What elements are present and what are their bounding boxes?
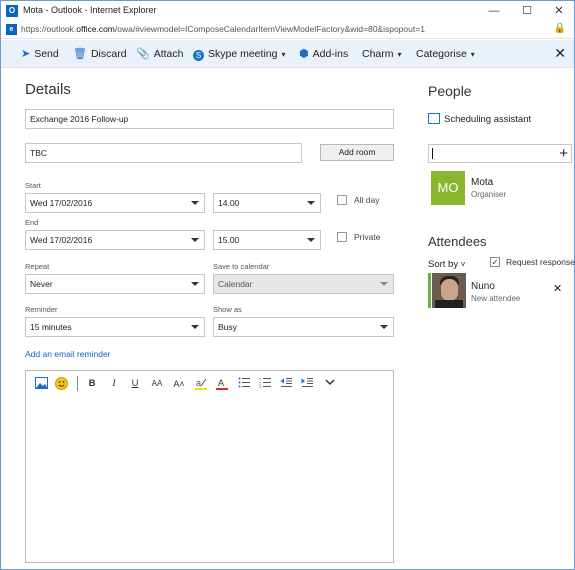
private-checkbox[interactable] xyxy=(337,232,347,242)
attendees-heading: Attendees xyxy=(428,234,487,249)
request-responses-label: Request responses xyxy=(506,257,575,267)
details-heading: Details xyxy=(25,81,71,98)
send-button[interactable]: ➤ Send xyxy=(21,40,59,68)
add-ins-button[interactable]: ⬢ Add-ins xyxy=(299,40,348,68)
location-input[interactable]: TBC xyxy=(25,143,302,163)
font-size-icon[interactable]: AA xyxy=(150,377,164,391)
caret-down-icon xyxy=(380,282,388,286)
reminder-select[interactable]: 15 minutes xyxy=(25,317,205,337)
underline-icon[interactable]: U xyxy=(129,377,141,391)
chevron-down-icon: ▾ xyxy=(470,50,475,59)
italic-icon[interactable]: I xyxy=(108,377,120,391)
highlight-icon[interactable]: a xyxy=(194,377,208,391)
show-as-select[interactable]: Busy xyxy=(213,317,394,337)
save-to-calendar-select: Calendar xyxy=(213,274,394,294)
people-heading: People xyxy=(428,83,472,99)
url-text[interactable]: https://outlook.office.com/owa/#viewmode… xyxy=(21,24,425,34)
chevron-down-icon: ▾ xyxy=(281,50,286,59)
add-room-button[interactable]: Add room xyxy=(320,144,394,161)
show-as-label: Show as xyxy=(213,305,242,314)
address-bar[interactable]: e https://outlook.office.com/owa/#viewmo… xyxy=(1,21,574,39)
svg-text:a: a xyxy=(196,378,201,388)
ie-icon: e xyxy=(6,24,17,35)
discard-button[interactable]: 🗑 Discard xyxy=(73,40,127,68)
paperclip-icon: 📎 xyxy=(136,48,150,60)
charm-button[interactable]: Charm ▾ xyxy=(362,40,402,68)
subject-input[interactable]: Exchange 2016 Follow-up xyxy=(25,109,394,129)
command-toolbar: ➤ Send 🗑 Discard 📎 Attach S Skype meeting ▾ ⬢… xyxy=(1,40,574,68)
grow-font-icon[interactable]: A˄ xyxy=(172,377,186,391)
close-compose-icon[interactable]: ✕ xyxy=(554,46,566,60)
scheduling-assistant-link[interactable]: Scheduling assistant xyxy=(428,113,531,125)
end-label: End xyxy=(25,218,39,227)
calendar-clock-icon xyxy=(428,113,440,124)
minimize-button[interactable]: — xyxy=(479,1,509,21)
organiser-name: Mota xyxy=(471,177,494,188)
start-time-select[interactable]: 14.00 xyxy=(213,193,321,213)
add-icon[interactable]: + xyxy=(559,144,568,163)
caret-down-icon xyxy=(191,201,199,205)
chevron-down-icon: ˅ xyxy=(460,260,466,269)
add-people-input[interactable]: + xyxy=(428,144,572,163)
add-email-reminder-link[interactable]: Add an email reminder xyxy=(25,349,111,359)
reminder-label: Reminder xyxy=(25,305,58,314)
remove-attendee-icon[interactable]: ✕ xyxy=(553,282,562,295)
bold-icon[interactable]: B xyxy=(86,377,98,391)
attendee-avatar xyxy=(432,273,466,308)
caret-down-icon xyxy=(307,201,315,205)
all-day-checkbox[interactable] xyxy=(337,195,347,205)
caret-down-icon xyxy=(307,238,315,242)
insert-picture-icon[interactable] xyxy=(34,377,48,391)
caret-down-icon xyxy=(191,282,199,286)
more-options-chevron-icon[interactable] xyxy=(323,377,337,391)
caret-down-icon xyxy=(380,325,388,329)
attach-button[interactable]: 📎 Attach xyxy=(136,40,183,68)
lock-icon[interactable]: 🔒 xyxy=(554,23,566,34)
organiser-avatar: MO xyxy=(431,171,465,205)
attendee-status-bar xyxy=(428,273,431,308)
numbered-list-icon[interactable]: 123 xyxy=(258,377,272,391)
organiser-role: Organiser xyxy=(471,190,507,199)
title-bar: O Mota - Outlook - Internet Explorer — ☐… xyxy=(1,1,574,21)
browser-window: O Mota - Outlook - Internet Explorer — ☐… xyxy=(0,0,575,570)
bullet-list-icon[interactable] xyxy=(237,377,251,391)
save-to-calendar-label: Save to calendar xyxy=(213,262,270,271)
private-label: Private xyxy=(354,232,381,242)
attendee-name: Nuno xyxy=(471,281,495,292)
decrease-indent-icon[interactable] xyxy=(279,377,293,391)
svg-text:A: A xyxy=(218,378,224,388)
maximize-button[interactable]: ☐ xyxy=(512,1,542,21)
toolbar-divider xyxy=(77,376,78,391)
font-color-icon[interactable]: A xyxy=(215,377,229,391)
categorise-button[interactable]: Categorise ▾ xyxy=(416,40,475,68)
start-date-select[interactable]: Wed 17/02/2016 xyxy=(25,193,205,213)
skype-icon: S xyxy=(193,50,204,61)
emoji-icon[interactable] xyxy=(54,377,68,391)
text-cursor xyxy=(432,148,433,159)
start-label: Start xyxy=(25,181,41,190)
end-time-select[interactable]: 15.00 xyxy=(213,230,321,250)
trash-icon: 🗑 xyxy=(73,48,87,60)
repeat-select[interactable]: Never xyxy=(25,274,205,294)
repeat-label: Repeat xyxy=(25,262,50,271)
chevron-down-icon: ▾ xyxy=(397,50,402,59)
caret-down-icon xyxy=(191,325,199,329)
request-responses-checkbox[interactable]: ✓ xyxy=(490,257,500,267)
add-ins-icon: ⬢ xyxy=(299,48,309,60)
skype-meeting-button[interactable]: S Skype meeting ▾ xyxy=(193,40,285,68)
attendee-status: New attendee xyxy=(471,294,521,303)
all-day-label: All day xyxy=(354,195,380,205)
outlook-icon: O xyxy=(6,5,18,17)
send-icon: ➤ xyxy=(21,48,31,60)
window-title: Mota - Outlook - Internet Explorer xyxy=(23,5,157,15)
sort-by-dropdown[interactable]: Sort by ˅ xyxy=(428,259,465,270)
caret-down-icon xyxy=(191,238,199,242)
svg-text:3: 3 xyxy=(259,384,262,388)
increase-indent-icon[interactable] xyxy=(300,377,314,391)
end-date-select[interactable]: Wed 17/02/2016 xyxy=(25,230,205,250)
body-editor[interactable]: B I U AA A˄ a A 123 xyxy=(25,370,394,563)
close-window-button[interactable]: ✕ xyxy=(544,1,574,21)
